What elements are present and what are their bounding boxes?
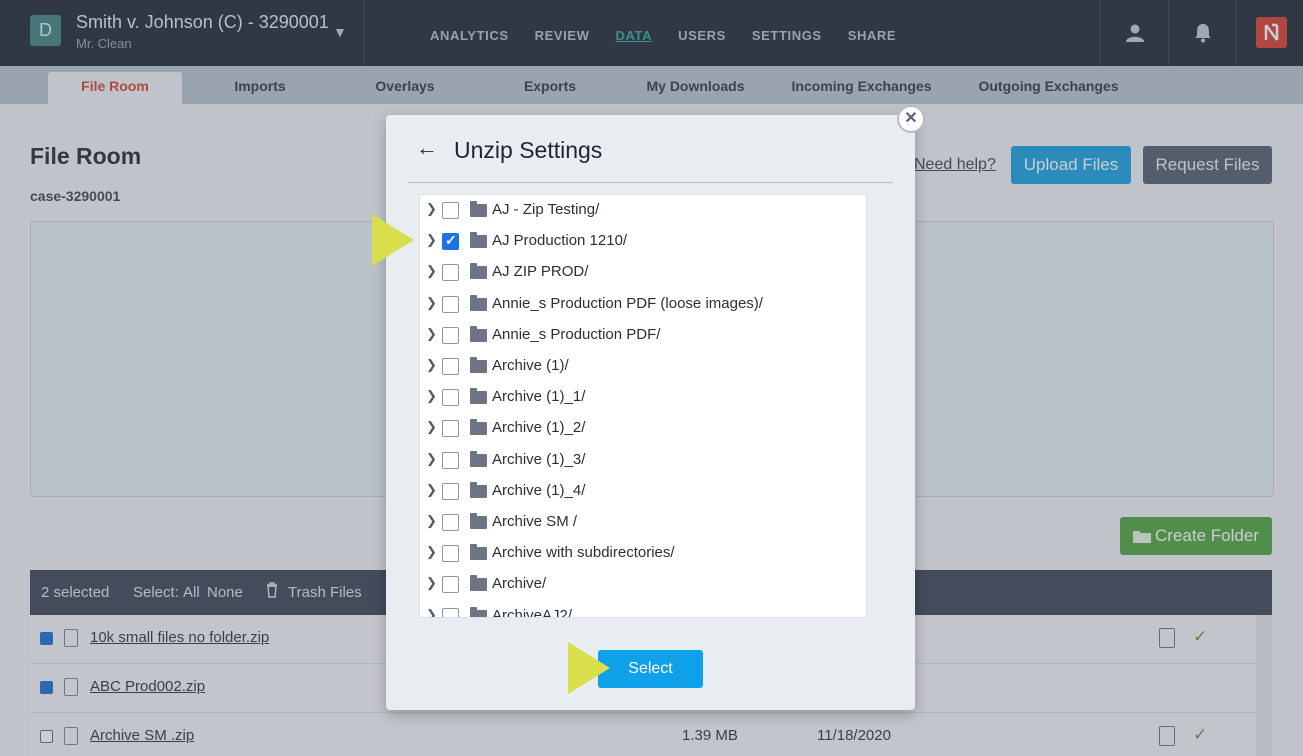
- unzip-settings-dialog: ✕ ← Unzip Settings ❯ AJ - Zip Testing/ ❯ AJ…: [386, 105, 925, 710]
- chevron-right-icon[interactable]: ❯: [426, 263, 437, 279]
- back-arrow-icon[interactable]: ←: [416, 135, 438, 161]
- chevron-right-icon[interactable]: ❯: [426, 295, 437, 311]
- folder-label: Archive (1)_4/: [492, 481, 586, 499]
- chevron-right-icon[interactable]: ❯: [426, 607, 437, 617]
- folder-icon: [470, 357, 487, 373]
- folder-checkbox[interactable]: [442, 514, 459, 531]
- folder-icon: [470, 201, 487, 217]
- chevron-right-icon[interactable]: ❯: [426, 575, 437, 591]
- folder-label: Archive (1)_2/: [492, 419, 586, 437]
- tree-item[interactable]: ❯ Archive (1)_2/: [420, 413, 850, 444]
- chevron-right-icon[interactable]: ❯: [426, 388, 437, 404]
- tree-item[interactable]: ❯ AJ ZIP PROD/: [420, 257, 850, 288]
- folder-icon: [470, 419, 487, 436]
- folder-label: AJ Production 1210/: [492, 232, 628, 250]
- folder-icon: [470, 232, 487, 249]
- tree-item[interactable]: ❯ Archive (1)/: [420, 351, 850, 382]
- close-icon[interactable]: ✕: [897, 105, 925, 133]
- folder-checkbox[interactable]: [442, 232, 459, 251]
- folder-checkbox[interactable]: [442, 451, 459, 469]
- tree-item[interactable]: ❯ Archive/: [420, 569, 850, 600]
- folder-checkbox[interactable]: [442, 326, 459, 344]
- chevron-right-icon[interactable]: ❯: [426, 544, 437, 560]
- chevron-right-icon[interactable]: ❯: [426, 513, 437, 529]
- folder-icon: [470, 606, 487, 617]
- folder-label: Archive SM /: [492, 513, 578, 530]
- folder-icon: [470, 575, 487, 592]
- select-button[interactable]: Select: [598, 650, 703, 688]
- folder-checkbox[interactable]: [442, 389, 459, 407]
- folder-icon: [470, 388, 487, 405]
- tree-item[interactable]: ❯ AJ Production 1210/: [420, 226, 850, 257]
- tree-item[interactable]: ❯ ArchiveAJ2/: [420, 601, 850, 618]
- tree-item[interactable]: ❯ Archive (1)_4/: [420, 476, 850, 507]
- chevron-right-icon[interactable]: ❯: [426, 201, 437, 217]
- tree-item[interactable]: ❯ Archive (1)_3/: [420, 445, 850, 476]
- chevron-right-icon[interactable]: ❯: [426, 419, 437, 435]
- folder-checkbox[interactable]: [442, 576, 459, 594]
- folder-tree: ❯ AJ - Zip Testing/ ❯ AJ Production 1210/ ❯ A…: [419, 194, 867, 618]
- tree-item[interactable]: ❯ Archive (1)_1/: [420, 382, 850, 413]
- folder-label: ArchiveAJ2/: [492, 606, 573, 618]
- folder-checkbox[interactable]: [442, 420, 459, 438]
- chevron-right-icon[interactable]: ❯: [426, 451, 437, 467]
- chevron-right-icon[interactable]: ❯: [426, 482, 437, 498]
- folder-icon: [470, 513, 487, 529]
- folder-label: Annie_s Production PDF/: [492, 325, 661, 343]
- folder-checkbox[interactable]: [442, 358, 459, 375]
- chevron-right-icon[interactable]: ❯: [426, 357, 437, 373]
- folder-checkbox[interactable]: [442, 607, 459, 617]
- tree-item[interactable]: ❯ Archive with subdirectories/: [420, 538, 850, 569]
- folder-checkbox[interactable]: [442, 545, 459, 563]
- folder-label: Archive with subdirectories/: [492, 544, 675, 562]
- folder-checkbox[interactable]: [442, 202, 459, 219]
- chevron-right-icon[interactable]: ❯: [426, 232, 437, 248]
- folder-label: Annie_s Production PDF (loose images)/: [492, 294, 763, 312]
- dialog-title: Unzip Settings: [454, 137, 603, 163]
- chevron-right-icon[interactable]: ❯: [426, 326, 437, 342]
- folder-icon: [470, 544, 487, 561]
- folder-label: Archive (1)_1/: [492, 388, 586, 406]
- folder-label: Archive (1)/: [492, 357, 569, 374]
- folder-label: Archive/: [492, 575, 547, 593]
- folder-icon: [470, 294, 487, 311]
- pointer-arrow-icon: [568, 642, 610, 694]
- folder-checkbox[interactable]: [442, 264, 459, 282]
- tree-item[interactable]: ❯ Annie_s Production PDF (loose images)/: [420, 289, 850, 320]
- folder-checkbox[interactable]: [442, 295, 459, 313]
- folder-icon: [470, 450, 487, 467]
- pointer-arrow-icon: [372, 214, 414, 266]
- folder-checkbox[interactable]: [442, 482, 459, 500]
- folder-label: AJ - Zip Testing/: [492, 201, 600, 218]
- tree-item[interactable]: ❯ Annie_s Production PDF/: [420, 320, 850, 351]
- folder-icon: [470, 481, 487, 498]
- folder-label: Archive (1)_3/: [492, 450, 586, 468]
- folder-icon: [470, 325, 487, 342]
- tree-item[interactable]: ❯ Archive SM /: [420, 507, 850, 538]
- folder-icon: [470, 263, 487, 280]
- divider: [408, 182, 893, 183]
- folder-label: AJ ZIP PROD/: [492, 263, 589, 281]
- tree-item[interactable]: ❯ AJ - Zip Testing/: [420, 195, 850, 226]
